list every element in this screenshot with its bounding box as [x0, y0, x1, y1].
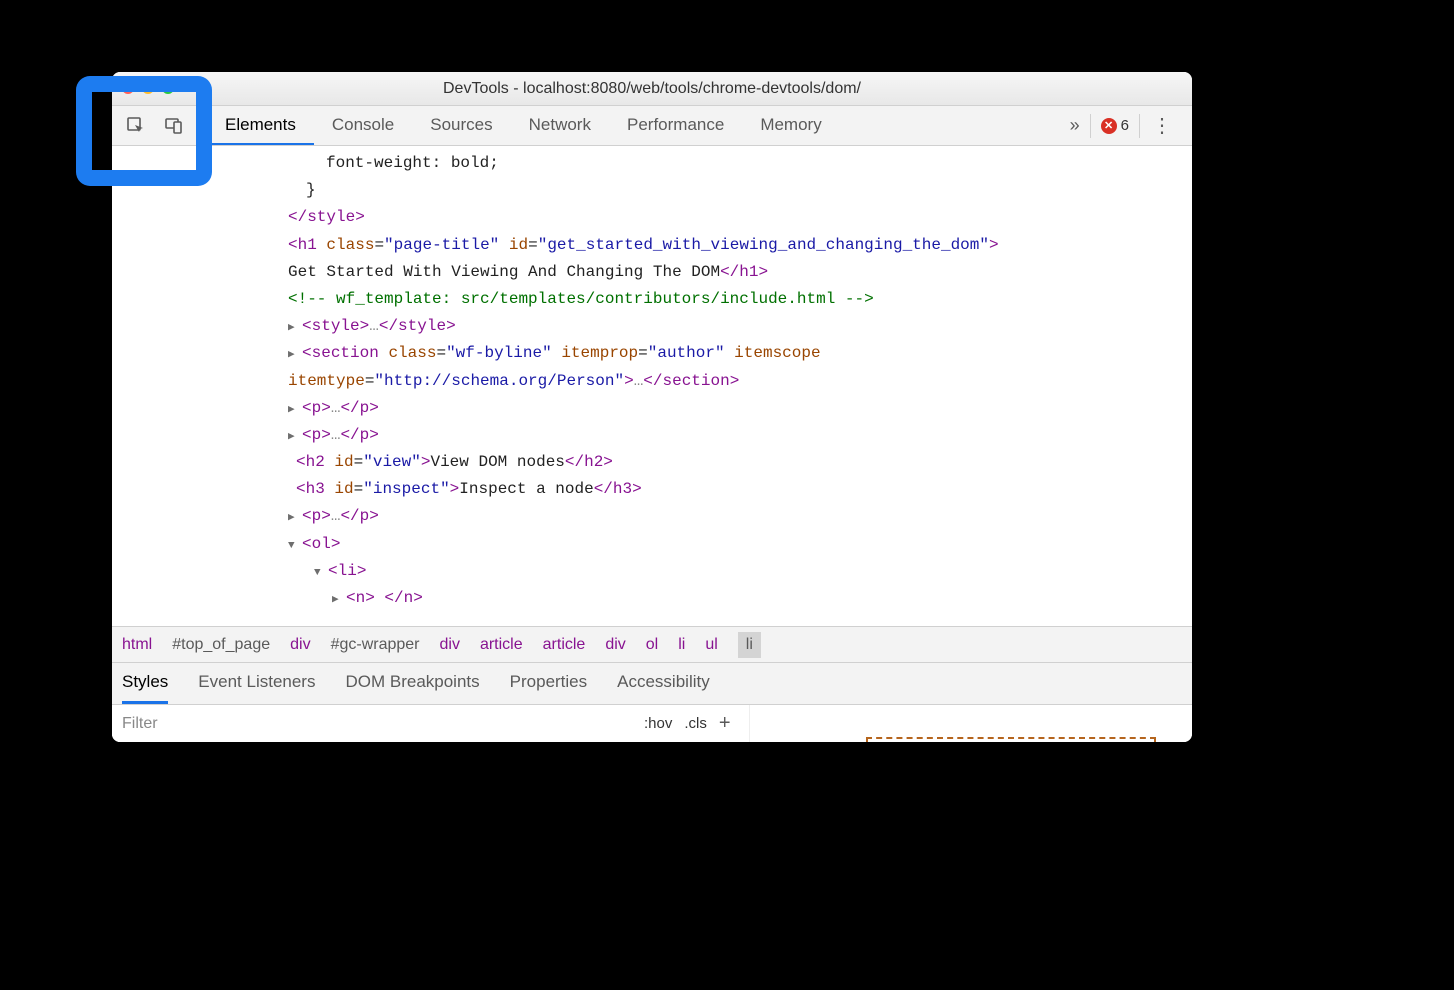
panel-tabs: Elements Console Sources Network Perform…: [207, 106, 840, 145]
dom-line[interactable]: <h3 id="inspect">Inspect a node</h3>: [116, 476, 1192, 503]
dom-line[interactable]: </style>: [116, 204, 1192, 231]
crumb-li-selected[interactable]: li: [738, 632, 761, 658]
subtab-accessibility[interactable]: Accessibility: [617, 663, 710, 704]
dom-line[interactable]: <h2 id="view">View DOM nodes</h2>: [116, 449, 1192, 476]
styles-toolbar: :hov .cls +: [112, 704, 1192, 742]
close-window-button[interactable]: [122, 82, 134, 94]
crumb-div[interactable]: div: [290, 636, 310, 654]
tab-console[interactable]: Console: [314, 106, 412, 145]
subtab-styles[interactable]: Styles: [122, 663, 168, 704]
dom-breadcrumbs: html #top_of_page div #gc-wrapper div ar…: [112, 626, 1192, 662]
styles-buttons: :hov .cls +: [632, 705, 750, 742]
tab-memory[interactable]: Memory: [742, 106, 839, 145]
cls-button[interactable]: .cls: [684, 715, 707, 732]
crumb-div[interactable]: div: [440, 636, 460, 654]
styles-subtabs: Styles Event Listeners DOM Breakpoints P…: [112, 662, 1192, 704]
dom-line[interactable]: ▶<style>…</style>: [116, 313, 1192, 340]
crumb-gc-wrapper[interactable]: #gc-wrapper: [331, 636, 420, 654]
dom-line[interactable]: ▶<p>…</p>: [116, 395, 1192, 422]
crumb-div[interactable]: div: [605, 636, 625, 654]
dom-line[interactable]: ▶<section class="wf-byline" itemprop="au…: [116, 340, 1192, 394]
error-badge[interactable]: ✕ 6: [1090, 114, 1129, 138]
subtab-properties[interactable]: Properties: [510, 663, 587, 704]
crumb-top-of-page[interactable]: #top_of_page: [172, 636, 270, 654]
tab-performance[interactable]: Performance: [609, 106, 742, 145]
dom-line[interactable]: ▼<li>: [116, 558, 1192, 585]
traffic-lights: [122, 82, 174, 94]
dom-line[interactable]: <!-- wf_template: src/templates/contribu…: [116, 286, 1192, 313]
more-tabs-icon[interactable]: »: [1070, 115, 1080, 136]
elements-panel[interactable]: font-weight: bold; } </style> <h1 class=…: [112, 146, 1192, 626]
dom-line[interactable]: ▶<p>…</p>: [116, 422, 1192, 449]
toolbar-right-group: » ✕ 6 ⋮: [1064, 114, 1184, 138]
tab-sources[interactable]: Sources: [412, 106, 510, 145]
tab-network[interactable]: Network: [511, 106, 609, 145]
error-count: 6: [1121, 117, 1129, 134]
dom-line[interactable]: Get Started With Viewing And Changing Th…: [116, 259, 1192, 286]
styles-filter-input[interactable]: [112, 705, 632, 742]
crumb-html[interactable]: html: [122, 636, 152, 654]
error-icon: ✕: [1101, 118, 1117, 134]
hov-button[interactable]: :hov: [644, 715, 672, 732]
subtab-dom-breakpoints[interactable]: DOM Breakpoints: [345, 663, 479, 704]
minimize-window-button[interactable]: [142, 82, 154, 94]
window-title: DevTools - localhost:8080/web/tools/chro…: [443, 80, 861, 98]
tab-elements[interactable]: Elements: [207, 106, 314, 145]
devtools-window: DevTools - localhost:8080/web/tools/chro…: [112, 72, 1192, 742]
box-model-dashed: [866, 737, 1156, 742]
dom-line[interactable]: ▼<ol>: [116, 531, 1192, 558]
inspect-element-icon[interactable]: [124, 114, 148, 138]
toolbar-left-group: [120, 106, 197, 145]
dom-line[interactable]: }: [116, 177, 1192, 204]
crumb-ol[interactable]: ol: [646, 636, 658, 654]
new-style-rule-button[interactable]: +: [719, 712, 737, 735]
crumb-article[interactable]: article: [543, 636, 586, 654]
maximize-window-button[interactable]: [162, 82, 174, 94]
crumb-ul[interactable]: ul: [705, 636, 717, 654]
crumb-li[interactable]: li: [678, 636, 685, 654]
titlebar: DevTools - localhost:8080/web/tools/chro…: [112, 72, 1192, 106]
main-toolbar: Elements Console Sources Network Perform…: [112, 106, 1192, 146]
dom-line[interactable]: ▶<n> </n>: [116, 585, 1192, 612]
dom-line[interactable]: <h1 class="page-title" id="get_started_w…: [116, 232, 1192, 259]
device-toolbar-icon[interactable]: [162, 114, 186, 138]
dom-line[interactable]: ▶<p>…</p>: [116, 503, 1192, 530]
crumb-article[interactable]: article: [480, 636, 523, 654]
settings-menu-icon[interactable]: ⋮: [1139, 114, 1178, 138]
subtab-event-listeners[interactable]: Event Listeners: [198, 663, 315, 704]
dom-line[interactable]: font-weight: bold;: [116, 150, 1192, 177]
